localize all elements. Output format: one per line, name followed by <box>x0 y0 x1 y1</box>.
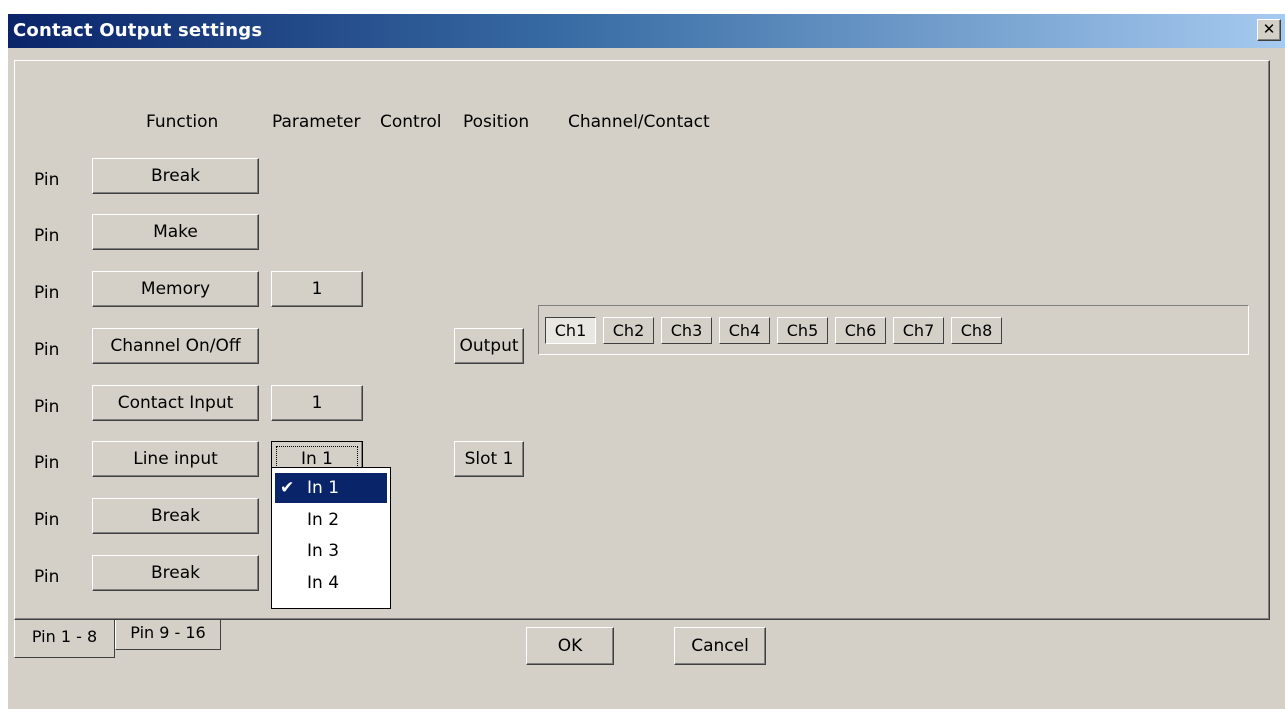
close-icon: ✕ <box>1262 20 1276 38</box>
channel-button-ch7[interactable]: Ch7 <box>893 317 944 344</box>
function-button-pin-2[interactable]: Make <box>92 214 259 250</box>
pin-label: Pin <box>34 510 60 530</box>
function-button-pin-4[interactable]: Channel On/Off <box>92 328 259 364</box>
function-button-pin-1[interactable]: Break <box>92 158 259 194</box>
function-button-pin-5[interactable]: Contact Input <box>92 385 259 421</box>
pin-label: Pin <box>34 283 60 303</box>
cancel-button[interactable]: Cancel <box>674 627 766 665</box>
function-button-pin-8[interactable]: Break <box>92 555 259 591</box>
position-button-pin-4[interactable]: Output <box>454 328 524 364</box>
channel-contact-group: Ch1 Ch2 Ch3 Ch4 Ch5 Ch6 Ch7 Ch8 <box>538 305 1249 355</box>
header-function: Function <box>146 112 219 132</box>
window-title: Contact Output settings <box>13 20 263 41</box>
function-button-pin-6[interactable]: Line input <box>92 441 259 477</box>
channel-button-ch3[interactable]: Ch3 <box>661 317 712 344</box>
function-button-pin-7[interactable]: Break <box>92 498 259 534</box>
tab-pin-9-16[interactable]: Pin 9 - 16 <box>115 620 221 650</box>
dropdown-option-in-1[interactable]: ✔ In 1 <box>275 473 387 503</box>
dropdown-option-in-4[interactable]: In 4 <box>275 568 387 598</box>
channel-button-ch4[interactable]: Ch4 <box>719 317 770 344</box>
header-control: Control <box>380 112 442 132</box>
check-icon: ✔ <box>280 478 295 498</box>
header-parameter: Parameter <box>272 112 361 132</box>
pin-label: Pin <box>34 226 60 246</box>
title-bar[interactable]: Contact Output settings ✕ <box>8 14 1285 48</box>
function-button-pin-3[interactable]: Memory <box>92 271 259 307</box>
header-channel-contact: Channel/Contact <box>568 112 710 132</box>
pin-label: Pin <box>34 397 60 417</box>
channel-button-ch2[interactable]: Ch2 <box>603 317 654 344</box>
dropdown-option-in-3[interactable]: In 3 <box>275 536 387 566</box>
dropdown-option-in-2[interactable]: In 2 <box>275 505 387 535</box>
channel-button-ch5[interactable]: Ch5 <box>777 317 828 344</box>
channel-button-ch8[interactable]: Ch8 <box>951 317 1002 344</box>
parameter-button-pin-3[interactable]: 1 <box>271 271 363 307</box>
position-button-pin-6[interactable]: Slot 1 <box>454 441 524 477</box>
pin-label: Pin <box>34 170 60 190</box>
pin-label: Pin <box>34 453 60 473</box>
channel-button-ch1[interactable]: Ch1 <box>545 317 596 344</box>
header-position: Position <box>463 112 530 132</box>
pin-label: Pin <box>34 567 60 587</box>
ok-button[interactable]: OK <box>526 627 614 665</box>
parameter-button-pin-5[interactable]: 1 <box>271 385 363 421</box>
channel-button-ch6[interactable]: Ch6 <box>835 317 886 344</box>
close-button[interactable]: ✕ <box>1257 19 1281 41</box>
parameter-dropdown-menu: ✔ In 1 In 2 In 3 In 4 <box>271 467 391 609</box>
tab-pin-1-8[interactable]: Pin 1 - 8 <box>14 620 115 658</box>
pin-label: Pin <box>34 340 60 360</box>
